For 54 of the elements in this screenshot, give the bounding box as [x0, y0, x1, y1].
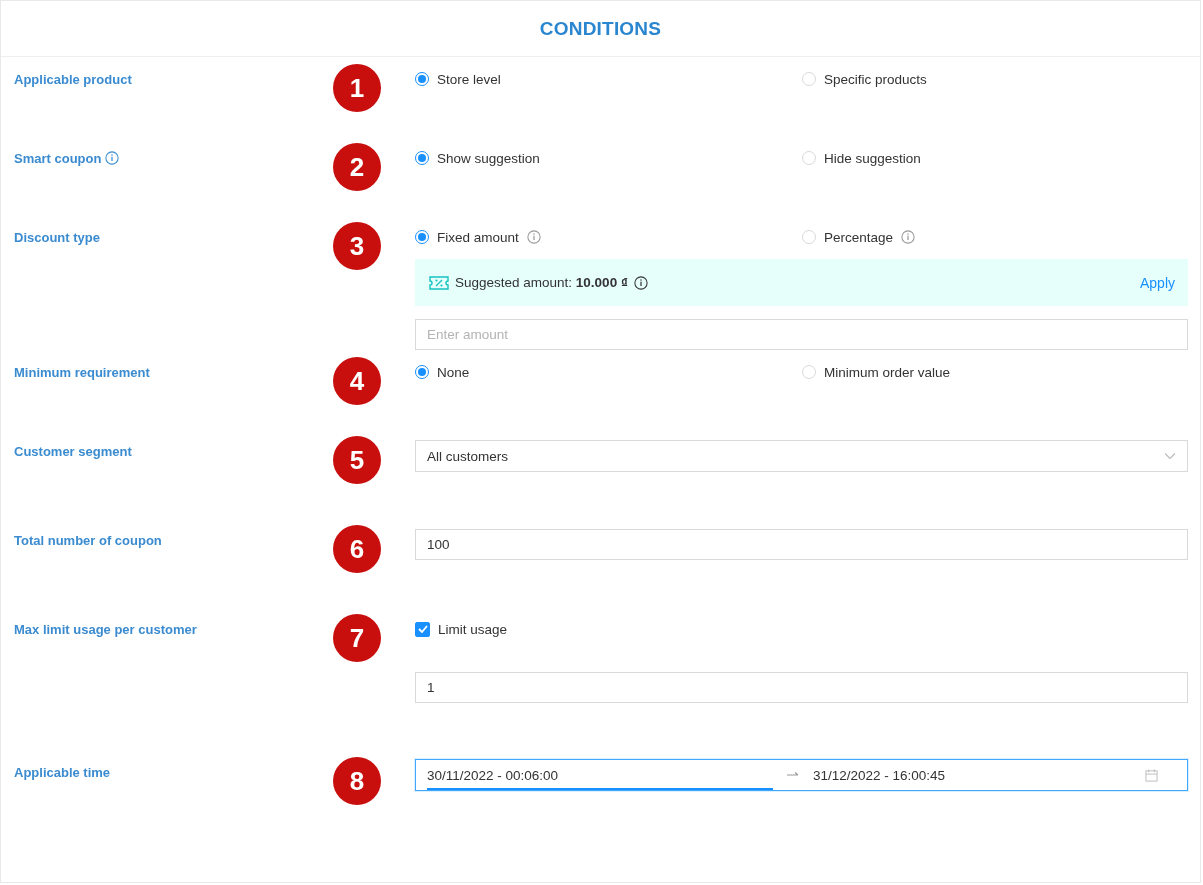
- radio-option[interactable]: Percentage: [802, 229, 1188, 245]
- radio-button[interactable]: [415, 230, 429, 244]
- select-value: All customers: [427, 448, 509, 464]
- step-number-badge: 1: [333, 64, 381, 112]
- step-number-badge: 3: [333, 222, 381, 270]
- section-title: CONDITIONS: [539, 17, 662, 40]
- field-label: Customer segment: [14, 443, 132, 459]
- option-label: Store level: [437, 71, 501, 87]
- option-label: Percentage: [824, 229, 894, 245]
- checkbox-option[interactable]: Limit usage: [415, 619, 1188, 639]
- step-number-badge: 2: [333, 143, 381, 191]
- field-label: Minimum requirement: [14, 364, 150, 380]
- radio-option[interactable]: Specific products: [802, 71, 1188, 87]
- info-icon: [633, 275, 648, 290]
- limit-input[interactable]: 1: [415, 672, 1188, 703]
- checkbox[interactable]: [415, 621, 430, 637]
- radio-option[interactable]: Fixed amount: [415, 229, 802, 245]
- option-label: Show suggestion: [437, 150, 540, 166]
- step-number-badge: 4: [333, 357, 381, 405]
- field-label: Max limit usage per customer: [14, 621, 197, 637]
- option-label: Fixed amount: [437, 229, 519, 245]
- radio-option[interactable]: Minimum order value: [802, 364, 1188, 380]
- option-label: Hide suggestion: [824, 150, 921, 166]
- radio-button[interactable]: [415, 72, 429, 86]
- radio-option[interactable]: Hide suggestion: [802, 150, 1188, 166]
- step-number-badge: 6: [333, 525, 381, 573]
- step-number-badge: 5: [333, 436, 381, 484]
- ticket-icon: [429, 275, 449, 290]
- radio-button[interactable]: [415, 365, 429, 379]
- date-range-picker[interactable]: 30/11/2022 - 00:06:00 31/12/2022 - 16:00:45: [415, 759, 1188, 791]
- field-label: Discount type: [14, 229, 100, 245]
- radio-button[interactable]: [415, 151, 429, 165]
- amount-input[interactable]: Enter amount: [415, 319, 1188, 350]
- radio-option[interactable]: None: [415, 364, 802, 380]
- field-label: Applicable time: [14, 764, 111, 780]
- segment-select[interactable]: All customers: [415, 440, 1188, 472]
- number-input[interactable]: 100: [415, 529, 1188, 560]
- radio-option[interactable]: Store level: [415, 71, 802, 87]
- end-date[interactable]: 31/12/2022 - 16:00:45: [813, 760, 1159, 790]
- arrow-right-icon: [786, 771, 800, 779]
- radio-option[interactable]: Show suggestion: [415, 150, 802, 166]
- step-number-badge: 8: [333, 757, 381, 805]
- step-number-badge: 7: [333, 614, 381, 662]
- option-label: None: [437, 364, 470, 380]
- option-label: Specific products: [824, 71, 927, 87]
- start-date[interactable]: 30/11/2022 - 00:06:00: [427, 760, 773, 790]
- field-label: Smart coupon: [14, 150, 102, 166]
- field-label: Total number of coupon: [14, 532, 162, 548]
- calendar-icon: [1145, 768, 1158, 782]
- checkbox-label: Limit usage: [438, 621, 508, 637]
- suggested-amount: Suggested amount: 10.000 ₫: [455, 275, 628, 290]
- field-label: Applicable product: [14, 71, 132, 87]
- option-label: Minimum order value: [824, 364, 951, 380]
- chevron-down-icon: [1164, 452, 1176, 460]
